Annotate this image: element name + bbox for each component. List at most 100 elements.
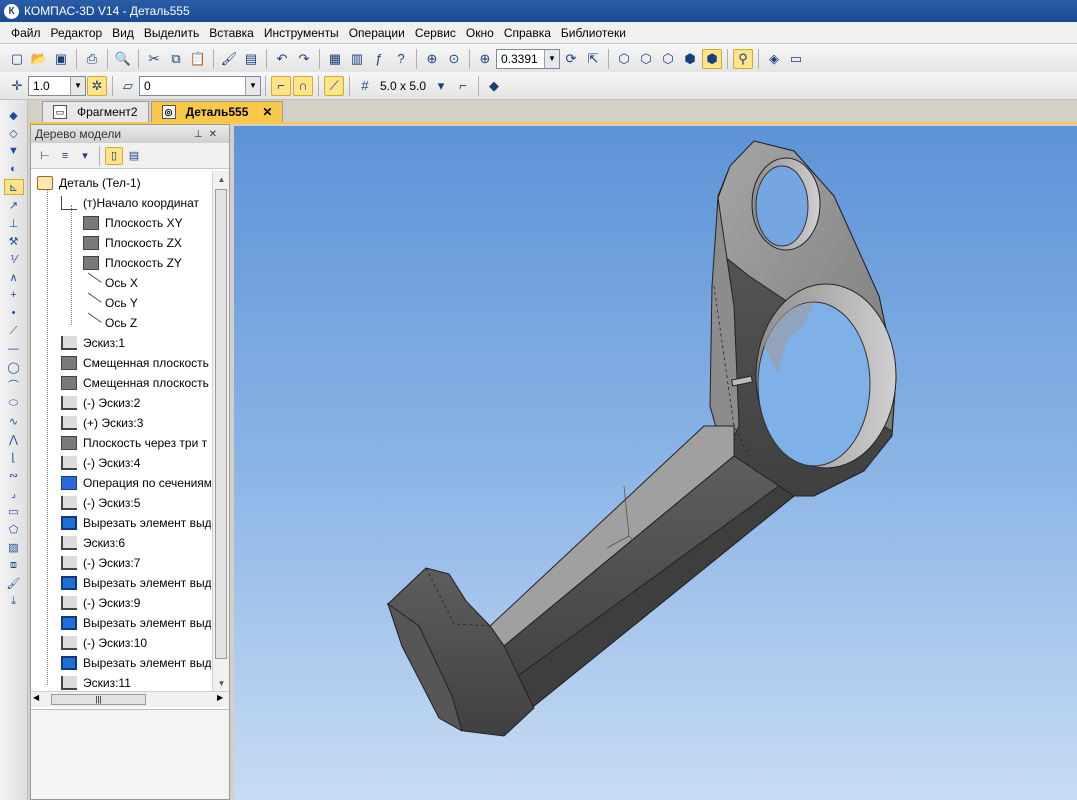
zoom-dropdown-icon[interactable]: ▼ <box>544 49 559 68</box>
segment-icon[interactable]: ⟋ <box>4 323 24 339</box>
filter-icon[interactable]: ▼ <box>4 143 24 159</box>
tree-horizontal-scrollbar[interactable]: ◀ ||| ▶ <box>31 691 229 707</box>
projection-icon[interactable]: ⬠ <box>4 521 24 537</box>
tab-fragment2[interactable]: ▭ Фрагмент2 <box>42 101 149 122</box>
tree-item[interactable]: Вырезать элемент выд <box>61 653 211 673</box>
close-icon[interactable]: ✕ <box>262 105 272 119</box>
layer-dropdown-icon[interactable]: ▼ <box>245 76 260 95</box>
tree-item[interactable]: Эскиз:11 <box>61 673 131 691</box>
halftone-icon[interactable]: ⬢ <box>680 49 700 69</box>
menu-editor[interactable]: Редактор <box>46 26 108 40</box>
tree-item[interactable]: Вырезать элемент выд <box>61 573 211 593</box>
wireframe-icon[interactable]: ⬡ <box>614 49 634 69</box>
perspective-icon[interactable]: ⚲ <box>733 48 753 69</box>
arc-icon[interactable]: ⌒ <box>4 377 24 393</box>
tree-item[interactable]: Смещенная плоскость <box>61 373 209 393</box>
dropdown-icon[interactable]: ▾ <box>76 147 94 165</box>
copy-icon[interactable]: ⧉ <box>166 49 186 69</box>
tree-item[interactable]: Эскиз:1 <box>61 333 125 353</box>
help-pointer-icon[interactable]: ? <box>391 49 411 69</box>
zoom-fit-icon[interactable]: ⊙ <box>444 49 464 69</box>
angle-icon[interactable]: ∧ <box>4 269 24 285</box>
grid-dropdown-icon[interactable]: ▾ <box>431 76 451 96</box>
grid-size[interactable]: 5.0 x 5.0 <box>380 79 426 93</box>
tree-structure-icon[interactable]: ⊢ <box>36 147 54 165</box>
print-icon[interactable]: ⎙ <box>82 49 102 69</box>
tree-item[interactable]: Плоскость XY <box>83 213 183 233</box>
3d-viewport[interactable] <box>234 126 1077 800</box>
zoom-input[interactable]: 0.3391 ▼ <box>496 48 560 69</box>
step-cursor-icon[interactable]: ✛ <box>7 76 27 96</box>
offset-icon[interactable]: ⧈ <box>4 557 24 573</box>
halftone-edges-icon[interactable]: ⬢ <box>702 48 722 69</box>
tree-item[interactable]: (-) Эскиз:10 <box>61 633 147 653</box>
layer-input[interactable]: 0 ▼ <box>139 75 261 96</box>
local-cs-icon[interactable]: ⌐ <box>453 76 473 96</box>
properties-brush-icon[interactable]: 🖌 <box>219 49 239 69</box>
scroll-up-icon[interactable]: ▲ <box>213 171 230 187</box>
menu-view[interactable]: Вид <box>107 26 139 40</box>
menu-insert[interactable]: Вставка <box>204 26 259 40</box>
tree-item[interactable]: Вырезать элемент выд <box>61 513 211 533</box>
view-cube-icon[interactable]: ◆ <box>484 76 504 96</box>
scroll-thumb[interactable] <box>215 189 227 659</box>
magnet-snap-icon[interactable]: ∩ <box>293 75 313 96</box>
sketch-mode-icon[interactable]: ⌐ <box>271 75 291 96</box>
tree-view-icon[interactable]: ≡ <box>56 147 74 165</box>
ellipse-icon[interactable]: ⬭ <box>4 395 24 411</box>
orientation-view-icon[interactable]: ◈ <box>764 49 784 69</box>
chamfer-icon[interactable]: ⌟ <box>4 485 24 501</box>
menu-operations[interactable]: Операции <box>344 26 410 40</box>
tree-mode-icon[interactable]: ▯ <box>105 146 123 165</box>
tree-item[interactable]: Плоскость ZY <box>83 253 182 273</box>
edit-part-icon[interactable]: ◆ <box>4 107 24 123</box>
hatch-icon[interactable]: ▨ <box>4 539 24 555</box>
tree-info-icon[interactable]: ▤ <box>125 147 143 165</box>
tree-item[interactable]: Эскиз:6 <box>61 533 125 553</box>
new-file-icon[interactable]: ▢ <box>7 49 27 69</box>
orientation-icon[interactable]: ⇱ <box>583 49 603 69</box>
tab-detail555[interactable]: ◎ Деталь555 ✕ <box>150 101 284 122</box>
tree-item[interactable]: (-) Эскиз:7 <box>61 553 140 573</box>
surface-icon[interactable]: ◐ <box>4 161 24 177</box>
menu-tools[interactable]: Инструменты <box>259 26 344 40</box>
tree-item[interactable]: Ось X <box>80 272 138 294</box>
snap-icon[interactable]: ✲ <box>87 75 107 96</box>
constraint-icon[interactable]: ⅟ <box>4 251 24 267</box>
grid-icon[interactable]: # <box>355 76 375 96</box>
fillet-icon[interactable]: ⌊ <box>4 449 24 465</box>
redo-icon[interactable]: ↷ <box>294 49 314 69</box>
rotate-icon[interactable]: ⟳ <box>561 49 581 69</box>
auxiliary-geometry-icon[interactable]: ◇ <box>4 125 24 141</box>
tree-item[interactable]: Вырезать элемент выд <box>61 613 211 633</box>
menu-help[interactable]: Справка <box>499 26 556 40</box>
spline-icon[interactable]: ∿ <box>4 413 24 429</box>
scroll-right-icon[interactable]: ▶ <box>217 693 223 702</box>
pin-icon[interactable]: ⊥✕ <box>194 129 223 140</box>
tree-item[interactable]: (-) Эскиз:4 <box>61 453 140 473</box>
hidden-lines-icon[interactable]: ⬡ <box>636 49 656 69</box>
section-icon[interactable]: ▭ <box>786 49 806 69</box>
preview-icon[interactable]: 🔍 <box>113 49 133 69</box>
manager-icon[interactable]: ▦ <box>325 49 345 69</box>
zoom-window-icon[interactable]: ⊕ <box>422 49 442 69</box>
tree-item[interactable]: Плоскость через три т <box>61 433 207 453</box>
tree-item[interactable]: (т)Начало координат <box>61 193 199 213</box>
polyline-icon[interactable]: ⋀ <box>4 431 24 447</box>
zoom-icon[interactable]: ⊕ <box>475 49 495 69</box>
menu-window[interactable]: Окно <box>461 26 499 40</box>
menu-libraries[interactable]: Библиотеки <box>556 26 631 40</box>
tree-item[interactable]: Плоскость ZX <box>83 233 182 253</box>
tree-item[interactable]: Смещенная плоскость <box>61 353 209 373</box>
measure-icon[interactable]: ↗ <box>4 197 24 213</box>
add-icon[interactable]: + <box>4 287 24 303</box>
tree-item[interactable]: (-) Эскиз:2 <box>61 393 140 413</box>
tree-item[interactable]: (-) Эскиз:5 <box>61 493 140 513</box>
tree-item[interactable]: (-) Эскиз:9 <box>61 593 140 613</box>
menu-select[interactable]: Выделить <box>139 26 204 40</box>
menu-file[interactable]: Файл <box>6 26 46 40</box>
tree-vertical-scrollbar[interactable]: ▲ ▼ <box>212 171 229 691</box>
undo-icon[interactable]: ↶ <box>272 49 292 69</box>
bezier-icon[interactable]: ∾ <box>4 467 24 483</box>
layer-icon[interactable]: ▱ <box>118 76 138 96</box>
